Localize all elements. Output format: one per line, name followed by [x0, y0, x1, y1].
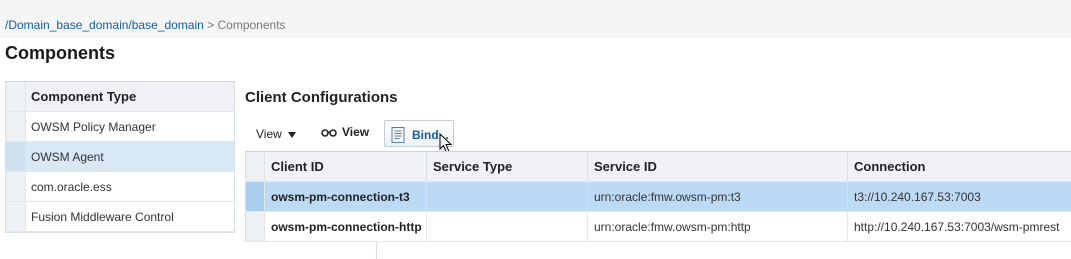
service-type-cell: [427, 182, 588, 211]
view-menu-button[interactable]: View: [256, 127, 296, 141]
component-label: OWSM Agent: [31, 150, 104, 164]
service-id-cell: urn:oracle:fmw.owsm-pm:t3: [588, 182, 848, 211]
client-id-cell: owsm-pm-connection-http: [265, 212, 427, 241]
glasses-icon: [321, 129, 337, 138]
client-configurations-title: Client Configurations: [245, 89, 398, 106]
row-gutter: [6, 112, 26, 141]
row-gutter: [6, 172, 26, 201]
view-button-label: View: [342, 125, 370, 139]
component-row-owsm-policy-manager[interactable]: OWSM Policy Manager: [6, 112, 234, 142]
breadcrumb-current: Components: [217, 18, 286, 32]
page-title: Components: [5, 43, 115, 63]
breadcrumb-domain-link[interactable]: /Domain_base_domain/base_domain: [5, 18, 204, 32]
component-type-column-header[interactable]: Component Type: [31, 82, 136, 112]
column-header-connection[interactable]: Connection: [848, 152, 1071, 181]
component-label: com.oracle.ess: [31, 180, 112, 194]
row-gutter: [246, 182, 265, 211]
table-header-row: Client ID Service Type Service ID Connec…: [246, 152, 1071, 182]
row-gutter: [246, 212, 265, 241]
row-gutter: [246, 152, 265, 181]
breadcrumb-separator: >: [207, 18, 215, 32]
component-type-table: Component Type OWSM Policy Manager OWSM …: [5, 81, 235, 233]
column-header-service-type[interactable]: Service Type: [427, 152, 588, 181]
view-details-button[interactable]: View: [321, 125, 369, 139]
column-header-client-id[interactable]: Client ID: [265, 152, 427, 181]
service-type-cell: [427, 212, 588, 241]
connection-cell: t3://10.240.167.53:7003: [854, 190, 981, 204]
breadcrumb: /Domain_base_domain/base_domain > Compon…: [5, 18, 286, 32]
component-row-owsm-agent[interactable]: OWSM Agent: [6, 142, 234, 172]
table-row[interactable]: owsm-pm-connection-t3 urn:oracle:fmw.ows…: [246, 182, 1071, 212]
row-gutter: [6, 202, 26, 231]
row-gutter: [6, 82, 26, 111]
column-header-service-id[interactable]: Service ID: [588, 152, 848, 181]
table-row[interactable]: owsm-pm-connection-http urn:oracle:fmw.o…: [246, 212, 1071, 242]
client-id-cell: owsm-pm-connection-t3: [265, 182, 427, 211]
component-label: Fusion Middleware Control: [31, 210, 174, 224]
component-row-fusion-middleware-control[interactable]: Fusion Middleware Control: [6, 202, 234, 232]
document-icon: [391, 127, 405, 143]
component-type-header-row: Component Type: [6, 82, 234, 112]
service-id-cell: urn:oracle:fmw.owsm-pm:http: [588, 212, 848, 241]
component-row-com-oracle-ess[interactable]: com.oracle.ess: [6, 172, 234, 202]
view-menu-label: View: [256, 127, 282, 141]
caret-down-icon: [287, 131, 296, 138]
client-configurations-table: Client ID Service Type Service ID Connec…: [245, 151, 1071, 242]
row-gutter: [6, 142, 26, 171]
component-label: OWSM Policy Manager: [31, 120, 156, 134]
connection-cell: http://10.240.167.53:7003/wsm-pmrest: [854, 220, 1060, 234]
